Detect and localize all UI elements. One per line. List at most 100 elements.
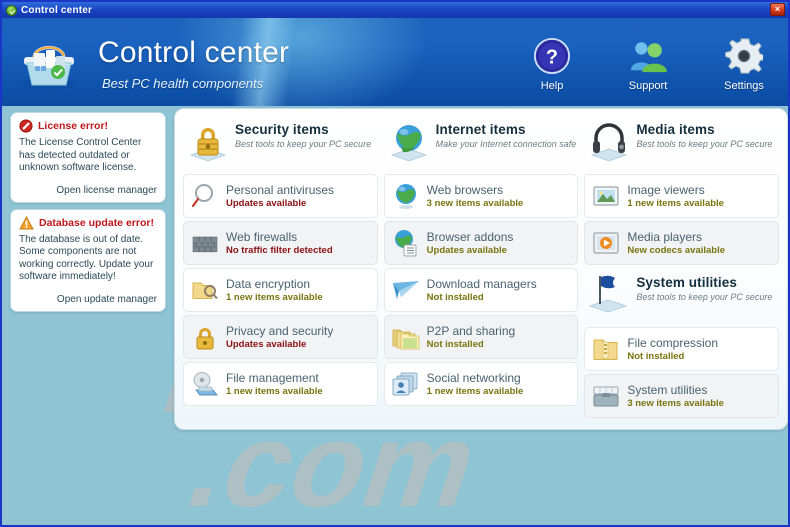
window-title: Control center — [21, 4, 93, 16]
tile-title: System utilities — [627, 383, 708, 397]
svg-text:?: ? — [546, 47, 558, 69]
section-title: Media items — [636, 122, 715, 137]
tile-download-managers[interactable]: Download managers Not installed — [383, 268, 579, 312]
tile-status: New codecs available — [627, 245, 726, 256]
main-panel: Security items Best tools to keep your P… — [174, 108, 788, 525]
tile-title: Privacy and security — [226, 324, 334, 338]
tile-title: File compression — [627, 336, 719, 350]
tile-title: Media players — [627, 230, 703, 244]
tile-file-compression[interactable]: File compression Not installed — [584, 327, 779, 371]
items-grid: Security items Best tools to keep your P… — [183, 115, 779, 418]
people-card-icon — [391, 369, 421, 399]
tile-personal-antiviruses[interactable]: Personal antiviruses Updates available — [183, 174, 378, 218]
alert-database-update-error: Database update error! The database is o… — [10, 208, 166, 312]
section-text: Internet items Make your Internet connec… — [436, 119, 577, 150]
tile-status: Updates available — [226, 198, 307, 209]
two-people-icon — [612, 34, 684, 78]
tile-web-firewalls[interactable]: Web firewalls No traffic filter detected — [183, 221, 378, 265]
alert-title: License error! — [38, 120, 109, 132]
tile-status: 1 new items available — [226, 292, 323, 303]
tile-title: Web firewalls — [226, 230, 298, 244]
tile-p2p-and-sharing[interactable]: P2P and sharing Not installed — [383, 315, 579, 359]
section-title: Internet items — [435, 122, 526, 137]
tile-web-browsers[interactable]: Web browsers 3 new items available — [383, 174, 579, 218]
download-icon — [391, 275, 421, 305]
tile-text: Browser addons Updates available — [427, 230, 514, 256]
tile-image-viewers[interactable]: Image viewers 1 new items available — [584, 174, 779, 218]
alert-license-error: License error! The License Control Cente… — [10, 112, 166, 203]
support-button[interactable]: Support — [612, 34, 684, 92]
alert-header: Database update error! — [19, 215, 157, 230]
tile-title: Social networking — [426, 371, 521, 385]
tile-status: Not installed — [426, 339, 484, 350]
section-desc: Best tools to keep your PC secure — [636, 292, 773, 302]
tile-title: Web browsers — [426, 183, 504, 197]
settings-label: Settings — [724, 80, 764, 92]
tile-browser-addons[interactable]: Browser addons Updates available — [383, 221, 579, 265]
column-security: Security items Best tools to keep your P… — [183, 115, 378, 418]
alert-title: Database update error! — [39, 216, 154, 229]
tile-status: Updates available — [426, 245, 507, 256]
padlock-icon — [187, 119, 229, 163]
tile-system-utilities[interactable]: System utilities 3 new items available — [584, 374, 779, 418]
tile-status: Not installed — [426, 292, 484, 303]
section-header-internet: Internet items Make your Internet connec… — [384, 115, 579, 171]
tile-social-networking[interactable]: Social networking 1 new items available — [383, 362, 579, 406]
tile-title: Data encryption — [226, 277, 311, 291]
tile-title: Download managers — [426, 277, 537, 291]
disk-drive-icon — [190, 369, 220, 399]
section-title: System utilities — [636, 275, 737, 290]
alert-header: License error! — [19, 119, 157, 133]
tile-data-encryption[interactable]: Data encryption 1 new items available — [183, 268, 378, 312]
help-label: Help — [540, 80, 564, 92]
tile-title: Browser addons — [426, 230, 514, 244]
control-center-window: Control center × Control center Best PC … — [0, 0, 790, 527]
open-license-manager-link[interactable]: Open license manager — [19, 185, 157, 196]
close-icon[interactable]: × — [770, 3, 785, 16]
gear-icon — [708, 34, 780, 78]
tile-text: Download managers Not installed — [427, 277, 537, 303]
tile-text: Web browsers 3 new items available — [427, 183, 524, 209]
section-title: Security items — [235, 122, 329, 137]
headphones-icon — [588, 119, 630, 163]
section-desc: Best tools to keep your PC secure — [235, 139, 372, 149]
tile-media-players[interactable]: Media players New codecs available — [584, 221, 779, 265]
globe-icon — [388, 119, 430, 163]
tile-title: File management — [226, 371, 319, 385]
tile-status: 3 new items available — [426, 198, 524, 209]
sidebar: License error! The License Control Cente… — [2, 106, 174, 525]
magnifier-icon — [190, 181, 220, 211]
section-header-media: Media items Best tools to keep your PC s… — [584, 115, 779, 171]
tile-title: P2P and sharing — [426, 324, 516, 338]
section-text: Media items Best tools to keep your PC s… — [636, 119, 772, 150]
media-play-icon — [591, 228, 621, 258]
column-internet: Internet items Make your Internet connec… — [383, 115, 579, 418]
tile-privacy-and-security[interactable]: Privacy and security Updates available — [183, 315, 378, 359]
body: pcrisk .com License error! The License C… — [2, 106, 788, 525]
no-entry-icon — [19, 119, 33, 133]
tile-file-management[interactable]: File management 1 new items available — [183, 362, 378, 406]
flag-icon — [588, 272, 630, 316]
open-update-manager-link[interactable]: Open update manager — [19, 294, 157, 305]
tile-text: Personal antiviruses Updates available — [226, 183, 334, 209]
globe-addon-icon — [391, 228, 421, 258]
alert-body: The database is out of date. Some compon… — [19, 233, 154, 283]
tile-status: Updates available — [226, 339, 307, 350]
help-button[interactable]: ? Help — [516, 34, 588, 92]
folders-icon — [391, 322, 421, 352]
tile-text: Media players New codecs available — [627, 230, 725, 256]
section-desc: Best tools to keep your PC secure — [636, 139, 773, 149]
firewall-icon — [190, 228, 220, 258]
toolbox-icon — [591, 381, 621, 411]
tile-text: File management 1 new items available — [226, 371, 323, 397]
settings-button[interactable]: Settings — [708, 34, 780, 92]
tile-title: Image viewers — [627, 183, 705, 197]
tile-status: 1 new items available — [426, 386, 524, 397]
padlock-icon — [190, 322, 220, 352]
app-header: Control center Best PC health components… — [2, 18, 788, 106]
tile-text: Data encryption 1 new items available — [226, 277, 323, 303]
alert-body: The License Control Center has detected … — [19, 137, 142, 173]
tile-status: 1 new items available — [226, 386, 323, 397]
column-media: Media items Best tools to keep your PC s… — [584, 115, 779, 418]
tile-status: 3 new items available — [627, 398, 724, 409]
